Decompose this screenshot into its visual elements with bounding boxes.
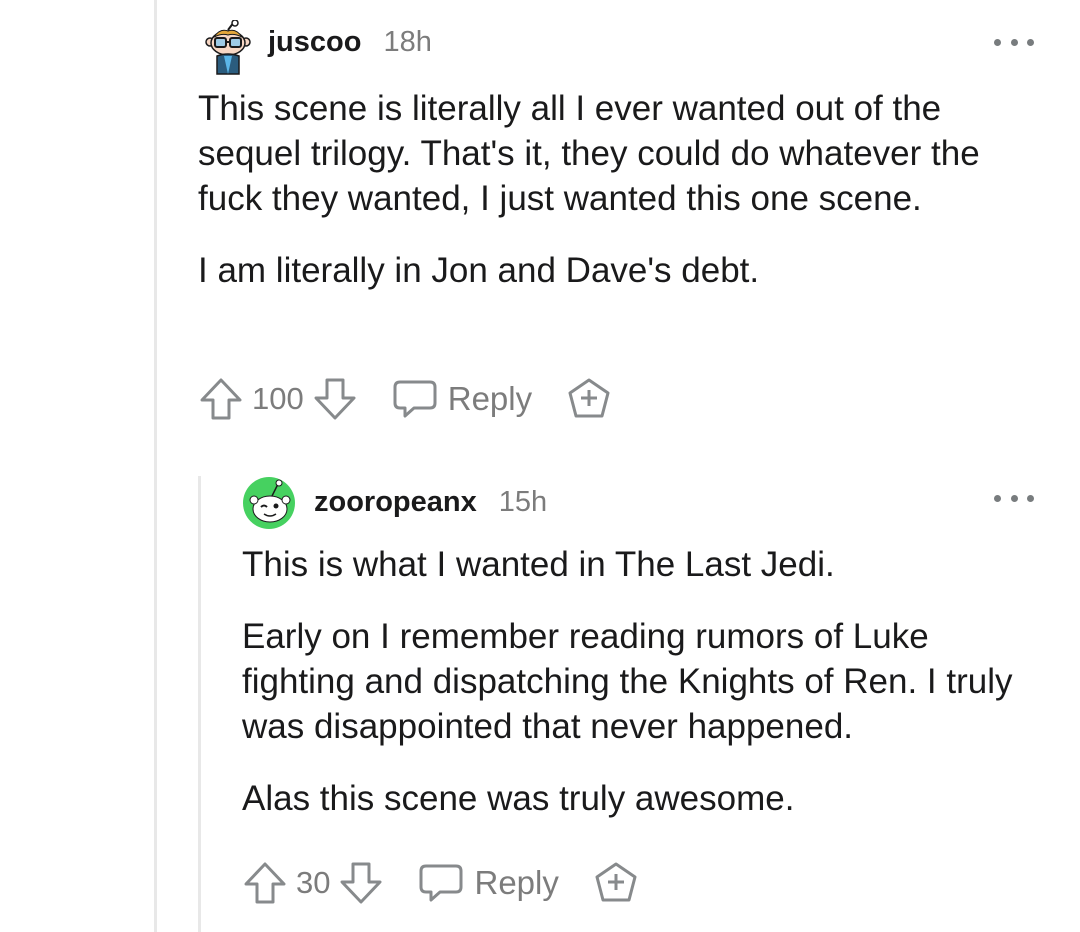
reply-button[interactable]: Reply	[418, 862, 559, 904]
username[interactable]: zooropeanx	[314, 486, 477, 519]
comment-paragraph: This is what I wanted in The Last Jedi.	[242, 545, 835, 584]
comment-meta: zooropeanx 15h	[314, 486, 547, 519]
timestamp: 18h	[383, 26, 432, 58]
vote-score: 100	[252, 381, 304, 416]
reply-button[interactable]: Reply	[392, 378, 532, 420]
comment-body: This scene is literally all I ever wante…	[198, 86, 1028, 293]
dot-icon	[1027, 38, 1034, 46]
reply-label: Reply	[447, 380, 533, 417]
snoo-green-avatar-icon	[243, 477, 295, 529]
snoo-glasses-avatar-icon	[205, 19, 251, 75]
comment-paragraph: Early on I remember reading rumors of Lu…	[242, 617, 1013, 746]
more-options-button[interactable]	[994, 32, 1034, 52]
dot-icon	[1010, 38, 1018, 46]
comment-paragraph: This scene is literally all I ever wante…	[198, 89, 980, 218]
username[interactable]: juscoo	[268, 26, 361, 59]
timestamp: 15h	[498, 486, 548, 518]
comment-actions: 30 Reply	[242, 860, 639, 906]
comment-zooropeanx: zooropeanx 15h This is what I wanted in …	[0, 460, 1080, 932]
comment-actions: 100 Reply	[198, 376, 612, 422]
comment-paragraph: I am literally in Jon and Dave's debt.	[198, 251, 760, 290]
dot-icon	[1010, 494, 1018, 502]
comment-meta: juscoo 18h	[268, 26, 432, 59]
upvote-icon[interactable]	[198, 376, 244, 422]
reply-icon	[392, 378, 438, 420]
downvote-icon[interactable]	[312, 376, 358, 422]
award-icon[interactable]	[593, 860, 639, 906]
more-options-button[interactable]	[994, 488, 1034, 508]
dot-icon	[994, 38, 1001, 46]
user-avatar[interactable]	[242, 476, 296, 530]
vote-score: 30	[296, 865, 331, 900]
reply-label: Reply	[474, 864, 559, 901]
comment-paragraph: Alas this scene was truly awesome.	[242, 779, 795, 818]
reply-icon	[418, 862, 464, 904]
comment-body: This is what I wanted in The Last Jedi. …	[242, 542, 1042, 821]
award-icon[interactable]	[566, 376, 612, 422]
downvote-icon[interactable]	[338, 860, 384, 906]
comment-juscoo: juscoo 18h This scene is literally all I…	[0, 0, 1080, 440]
dot-icon	[994, 494, 1001, 502]
user-avatar[interactable]	[204, 19, 252, 75]
dot-icon	[1027, 494, 1034, 502]
upvote-icon[interactable]	[242, 860, 288, 906]
